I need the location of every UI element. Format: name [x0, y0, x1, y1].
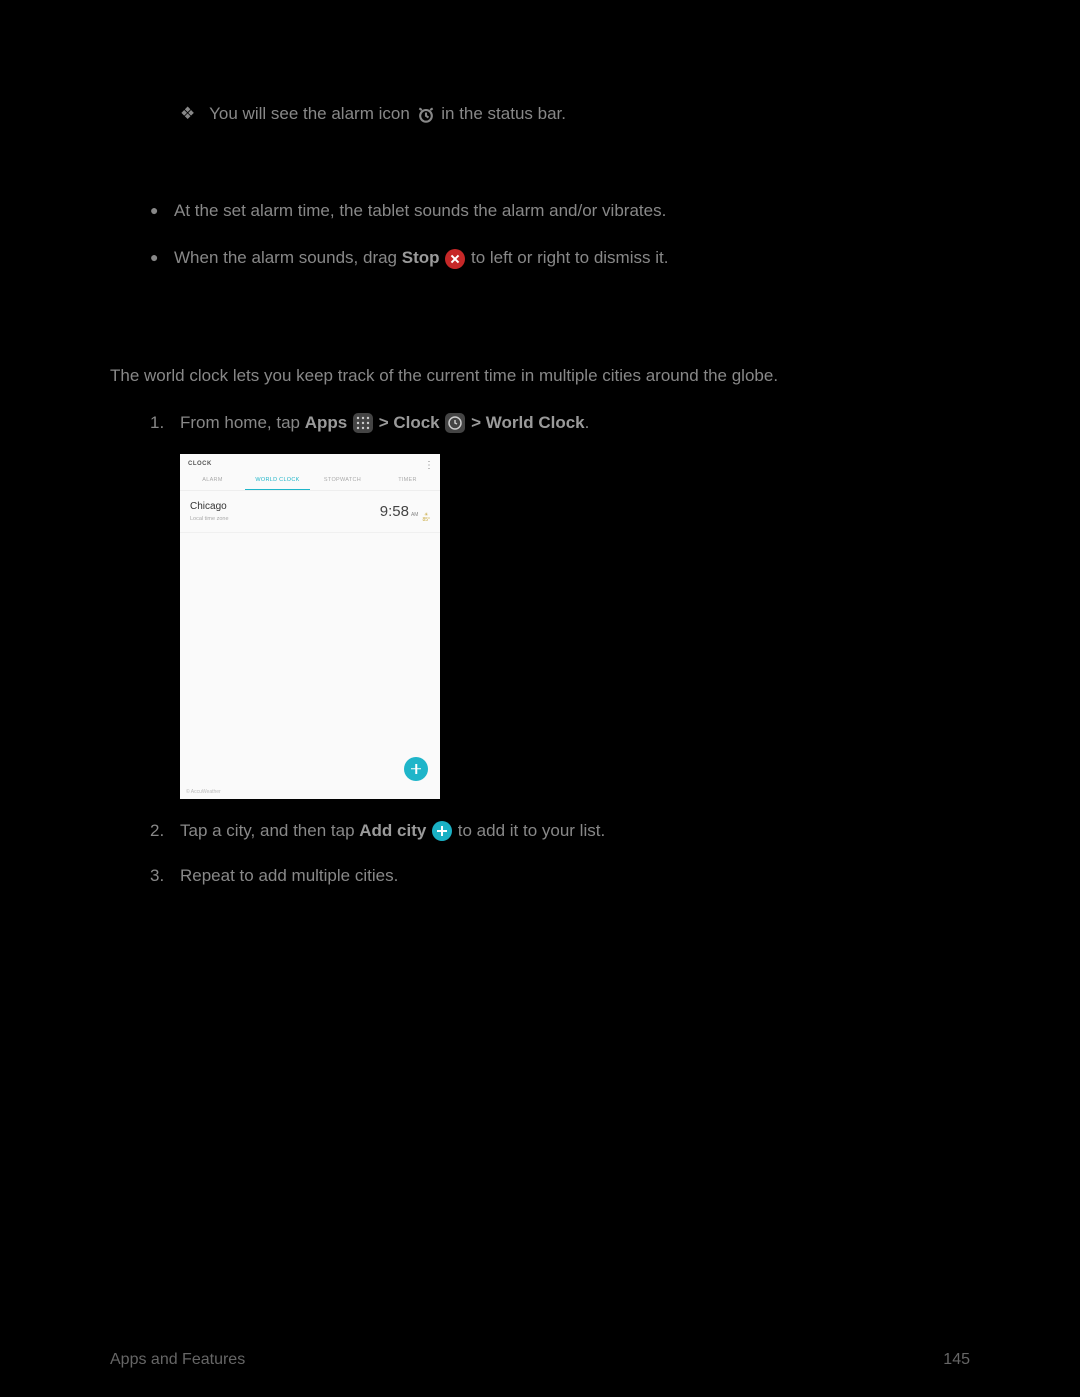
step-number: 2. — [150, 817, 180, 844]
add-city-icon — [432, 821, 452, 841]
city-ampm: AM — [411, 511, 419, 519]
step-text: Repeat to add multiple cities. — [180, 862, 970, 889]
city-weather: ☀85° — [422, 513, 430, 524]
diamond-bullet: ❖ — [180, 104, 195, 123]
add-fab-icon — [404, 757, 428, 781]
step-1: 1. From home, tap Apps > Clock > World C… — [150, 409, 970, 436]
bullet-mark: ● — [150, 197, 174, 221]
ss-tabs: ALARM WORLD CLOCK STOPWATCH TIMER — [180, 473, 440, 492]
tab-alarm: ALARM — [180, 473, 245, 491]
bullet-dismiss: ● When the alarm sounds, drag Stop to le… — [150, 244, 970, 271]
tab-timer: TIMER — [375, 473, 440, 491]
bullet-alarm-time: ● At the set alarm time, the tablet soun… — [150, 197, 970, 224]
bullet-text: At the set alarm time, the tablet sounds… — [174, 197, 970, 224]
step-number: 3. — [150, 862, 180, 889]
city-zone: Local time zone — [190, 515, 229, 524]
ss-title: CLOCK — [180, 454, 440, 473]
step-number: 1. — [150, 409, 180, 436]
world-clock-description: The world clock lets you keep track of t… — [110, 362, 970, 389]
step-text: From home, tap Apps > Clock > World Cloc… — [180, 409, 970, 436]
bullet-text: When the alarm sounds, drag Stop to left… — [174, 244, 970, 271]
ss-footer: © AccuWeather — [186, 788, 221, 796]
world-clock-screenshot: CLOCK ⋮ ALARM WORLD CLOCK STOPWATCH TIME… — [180, 454, 440, 799]
footer-section: Apps and Features — [110, 1351, 245, 1369]
stop-keyword: Stop — [402, 248, 440, 267]
step-2: 2. Tap a city, and then tap Add city to … — [150, 817, 970, 844]
page-content: ❖ You will see the alarm icon in the sta… — [0, 0, 1080, 889]
text: in the status bar. — [441, 104, 566, 123]
footer-page-number: 145 — [943, 1351, 970, 1369]
tab-stopwatch: STOPWATCH — [310, 473, 375, 491]
clock-keyword: Clock — [393, 413, 439, 432]
text: You will see the alarm icon — [209, 104, 410, 123]
city-time: 9:58 — [380, 500, 409, 524]
world-clock-keyword: World Clock — [486, 413, 585, 432]
stop-icon — [445, 249, 465, 269]
city-name: Chicago — [190, 499, 229, 515]
clock-icon — [445, 413, 465, 433]
add-city-keyword: Add city — [359, 821, 426, 840]
step-3: 3. Repeat to add multiple cities. — [150, 862, 970, 889]
bullet-mark: ● — [150, 244, 174, 268]
alarm-icon — [416, 105, 436, 125]
sub-bullet-alarm-icon: ❖ You will see the alarm icon in the sta… — [180, 100, 970, 127]
city-row: Chicago Local time zone 9:58 AM ☀85° — [180, 491, 440, 533]
apps-icon — [353, 413, 373, 433]
page-footer: Apps and Features 145 — [110, 1351, 970, 1369]
more-icon: ⋮ — [424, 458, 434, 474]
step-text: Tap a city, and then tap Add city to add… — [180, 817, 970, 844]
tab-world-clock: WORLD CLOCK — [245, 473, 310, 491]
apps-keyword: Apps — [305, 413, 348, 432]
